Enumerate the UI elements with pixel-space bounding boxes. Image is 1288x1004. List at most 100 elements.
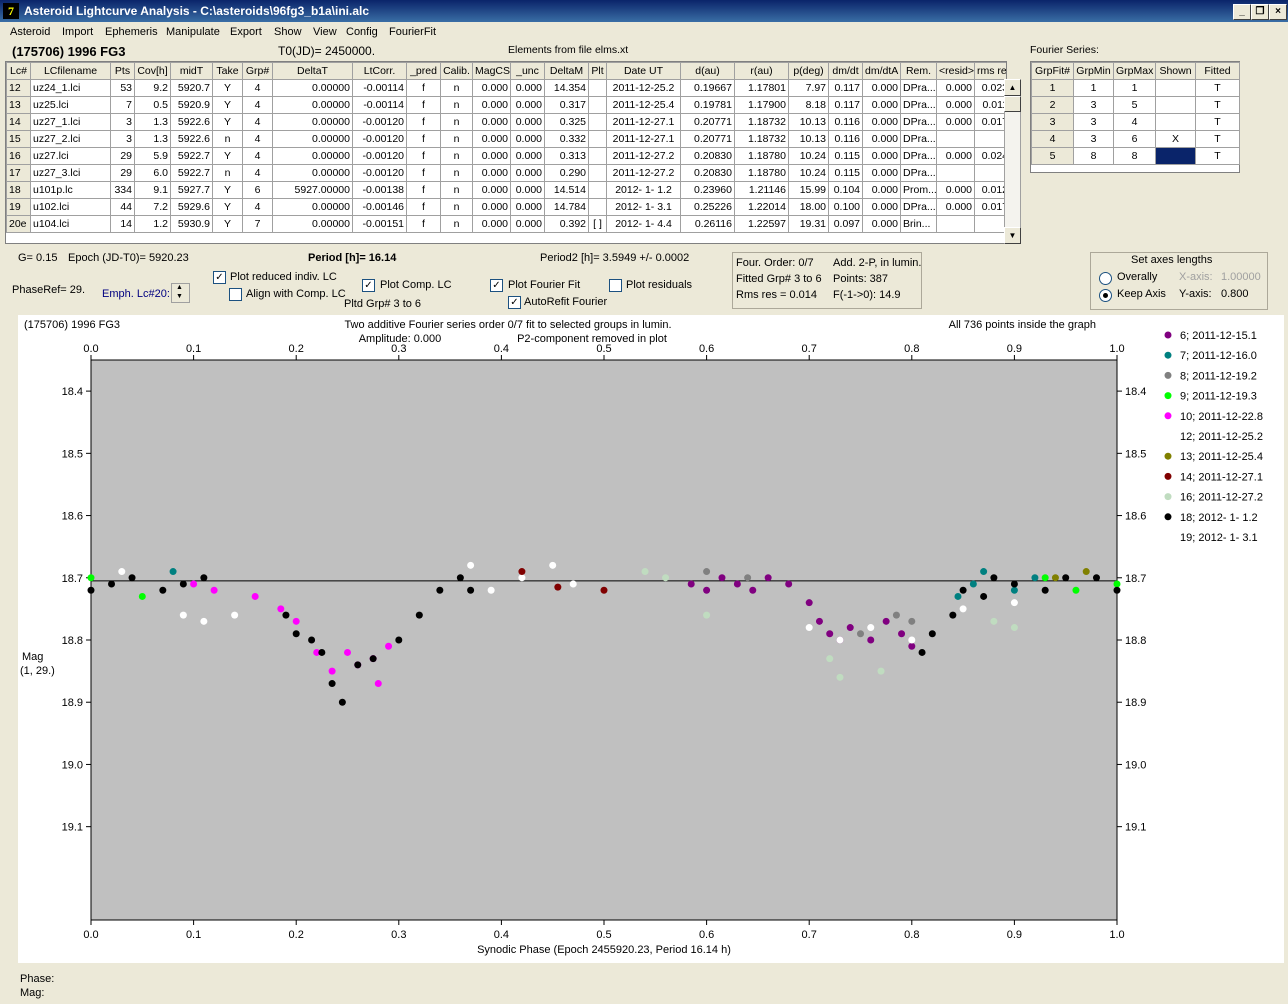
lc-table-cell[interactable]: 10.24 — [788, 164, 829, 182]
lc-table-cell[interactable]: 9.2 — [134, 79, 171, 97]
lc-table-cell[interactable]: -0.00151 — [352, 215, 407, 233]
fourier-column-header[interactable]: Fitted — [1195, 62, 1240, 80]
plot-fourier-checkbox[interactable]: ✓ — [490, 279, 503, 292]
lc-table-cell[interactable]: 0.000 — [936, 147, 975, 165]
lc-row-header[interactable]: 17 — [6, 164, 31, 182]
lc-table-cell[interactable]: 5922.7 — [170, 147, 213, 165]
lc-table-cell[interactable]: 14.354 — [544, 79, 589, 97]
lc-table-cell[interactable]: 0.017 — [974, 113, 1006, 131]
fourier-table-row[interactable]: 436XT — [1031, 130, 1240, 148]
lc-table-cell[interactable]: 0.00000 — [272, 79, 353, 97]
fourier-column-header[interactable]: GrpMin — [1073, 62, 1114, 80]
menu-manipulate[interactable]: Manipulate — [166, 26, 220, 38]
fourier-table-row[interactable]: 235 T — [1031, 96, 1240, 114]
lc-table-cell[interactable]: 0.012 — [974, 181, 1006, 199]
lc-table-cell[interactable]: 0.115 — [828, 147, 863, 165]
lc-table-cell[interactable]: 19.31 — [788, 215, 829, 233]
lc-column-header[interactable]: Date UT — [606, 62, 681, 80]
lc-table-cell[interactable]: 7 — [242, 215, 273, 233]
lc-table-cell[interactable]: 0.000 — [472, 113, 511, 131]
lc-table-cell[interactable]: 2011-12-27.2 — [606, 164, 681, 182]
lc-table-cell[interactable]: 1.21146 — [734, 181, 789, 199]
lc-table-cell[interactable]: 4 — [242, 113, 273, 131]
lightcurve-table[interactable]: Lc# LCfilename Pts Cov[h] midT Take Grp# DeltaT… — [6, 62, 1006, 233]
fourier-table-cell[interactable]: 5 — [1113, 96, 1156, 114]
lc-column-header[interactable]: _pred — [406, 62, 441, 80]
lc-table-cell[interactable] — [974, 215, 1006, 233]
fourier-table-cell[interactable]: 1 — [1113, 79, 1156, 97]
lc-column-header[interactable]: Lc# — [6, 62, 31, 80]
lc-table-cell[interactable]: n — [440, 215, 473, 233]
lc-table-cell[interactable]: -0.00146 — [352, 198, 407, 216]
lc-table-cell[interactable]: 2011-12-25.2 — [606, 79, 681, 97]
lc-table-cell[interactable] — [936, 215, 975, 233]
lc-table-cell[interactable]: -0.00120 — [352, 130, 407, 148]
fourier-table[interactable]: GrpFit# GrpMin GrpMax Shown Fitted 1 1 1 T 2 3 5 T 3 3… — [1031, 62, 1240, 165]
lc-table-cell[interactable] — [588, 147, 607, 165]
menu-export[interactable]: Export — [230, 26, 262, 38]
lc-table-cell[interactable]: 9.1 — [134, 181, 171, 199]
lc-table-cell[interactable]: uz27_3.lci — [30, 164, 111, 182]
lc-table-cell[interactable]: u101p.lc — [30, 181, 111, 199]
lc-table-row[interactable]: 19 u102.lci 44 7.2 5929.6 Y 4 0.00000 -0.00146 f n… — [6, 198, 1006, 216]
lc-table-cell[interactable]: 0.26116 — [680, 215, 735, 233]
lc-table-cell[interactable]: 7.2 — [134, 198, 171, 216]
lc-table-cell[interactable]: f — [406, 147, 441, 165]
lc-table-cell[interactable]: 2012- 1- 3.1 — [606, 198, 681, 216]
lc-row-header[interactable]: 16 — [6, 147, 31, 165]
menu-fourierfit[interactable]: FourierFit — [389, 26, 436, 38]
lc-column-header[interactable]: DeltaT — [272, 62, 353, 80]
lc-table-cell[interactable]: 0.117 — [828, 79, 863, 97]
lc-table-cell[interactable]: 0.000 — [472, 79, 511, 97]
lc-column-header[interactable]: Calib. — [440, 62, 473, 80]
lc-table-cell[interactable]: n — [440, 96, 473, 114]
lc-table-cell[interactable]: 4 — [242, 164, 273, 182]
lc-table-cell[interactable]: 7 — [110, 96, 135, 114]
restore-button[interactable]: ❐ — [1251, 4, 1269, 20]
lc-column-header[interactable]: LtCorr. — [352, 62, 407, 80]
fourier-table-row[interactable]: 111T — [1031, 79, 1240, 97]
lightcurve-plot[interactable]: 0.00.00.10.10.20.20.30.30.40.40.50.50.60… — [18, 315, 1284, 963]
lc-table-cell[interactable]: 0.00000 — [272, 164, 353, 182]
lc-table-cell[interactable]: 0.00000 — [272, 130, 353, 148]
lc-table-cell[interactable]: 0.000 — [862, 113, 901, 131]
lc-table-cell[interactable] — [936, 164, 975, 182]
lc-column-header[interactable]: MagCS — [472, 62, 511, 80]
lc-row-header[interactable]: 19 — [6, 198, 31, 216]
menu-import[interactable]: Import — [62, 26, 93, 38]
lc-table-cell[interactable]: 15.99 — [788, 181, 829, 199]
lc-table-cell[interactable] — [588, 164, 607, 182]
lc-table-cell[interactable]: 1.3 — [134, 130, 171, 148]
lc-table-cell[interactable]: 5922.6 — [170, 113, 213, 131]
lc-table-cell[interactable]: 0.011 — [974, 96, 1006, 114]
lc-table-cell[interactable]: Y — [212, 96, 243, 114]
lc-table-cell[interactable]: n — [212, 164, 243, 182]
lc-table-cell[interactable]: 5930.9 — [170, 215, 213, 233]
lc-table-cell[interactable]: 18.00 — [788, 198, 829, 216]
emph-spinner[interactable]: ▲ ▼ — [171, 283, 190, 303]
lc-table-cell[interactable]: 0.5 — [134, 96, 171, 114]
lc-table-cell[interactable]: 0.00000 — [272, 147, 353, 165]
lc-table-cell[interactable]: 2012- 1- 4.4 — [606, 215, 681, 233]
lc-table-cell[interactable]: 4 — [242, 147, 273, 165]
lc-table-cell[interactable]: f — [406, 113, 441, 131]
fourier-row-header[interactable]: 5 — [1031, 147, 1074, 165]
lc-table-cell[interactable]: 0.392 — [544, 215, 589, 233]
minimize-button[interactable]: _ — [1233, 4, 1251, 20]
lc-table-cell[interactable]: uz24_1.lci — [30, 79, 111, 97]
menu-asteroid[interactable]: Asteroid — [10, 26, 50, 38]
lc-table-cell[interactable]: 0.000 — [510, 215, 545, 233]
lc-table-row[interactable]: 20e u104.lci 14 1.2 5930.9 Y 7 0.00000 -0.00151 f… — [6, 215, 1006, 233]
lc-table-cell[interactable]: 0.00000 — [272, 215, 353, 233]
lc-table-cell[interactable]: uz27_2.lci — [30, 130, 111, 148]
lc-table-cell[interactable]: 334 — [110, 181, 135, 199]
lc-table-cell[interactable]: 0.000 — [862, 79, 901, 97]
lc-table-cell[interactable]: 8.18 — [788, 96, 829, 114]
lc-table-cell[interactable]: n — [440, 198, 473, 216]
lc-table-cell[interactable]: 0.317 — [544, 96, 589, 114]
lc-table-cell[interactable]: DPra... — [900, 164, 937, 182]
lc-table-cell[interactable] — [588, 130, 607, 148]
lc-table-cell[interactable]: 0.000 — [936, 181, 975, 199]
fourier-table-cell[interactable]: T — [1195, 79, 1240, 97]
lc-table-cell[interactable]: 0.104 — [828, 181, 863, 199]
